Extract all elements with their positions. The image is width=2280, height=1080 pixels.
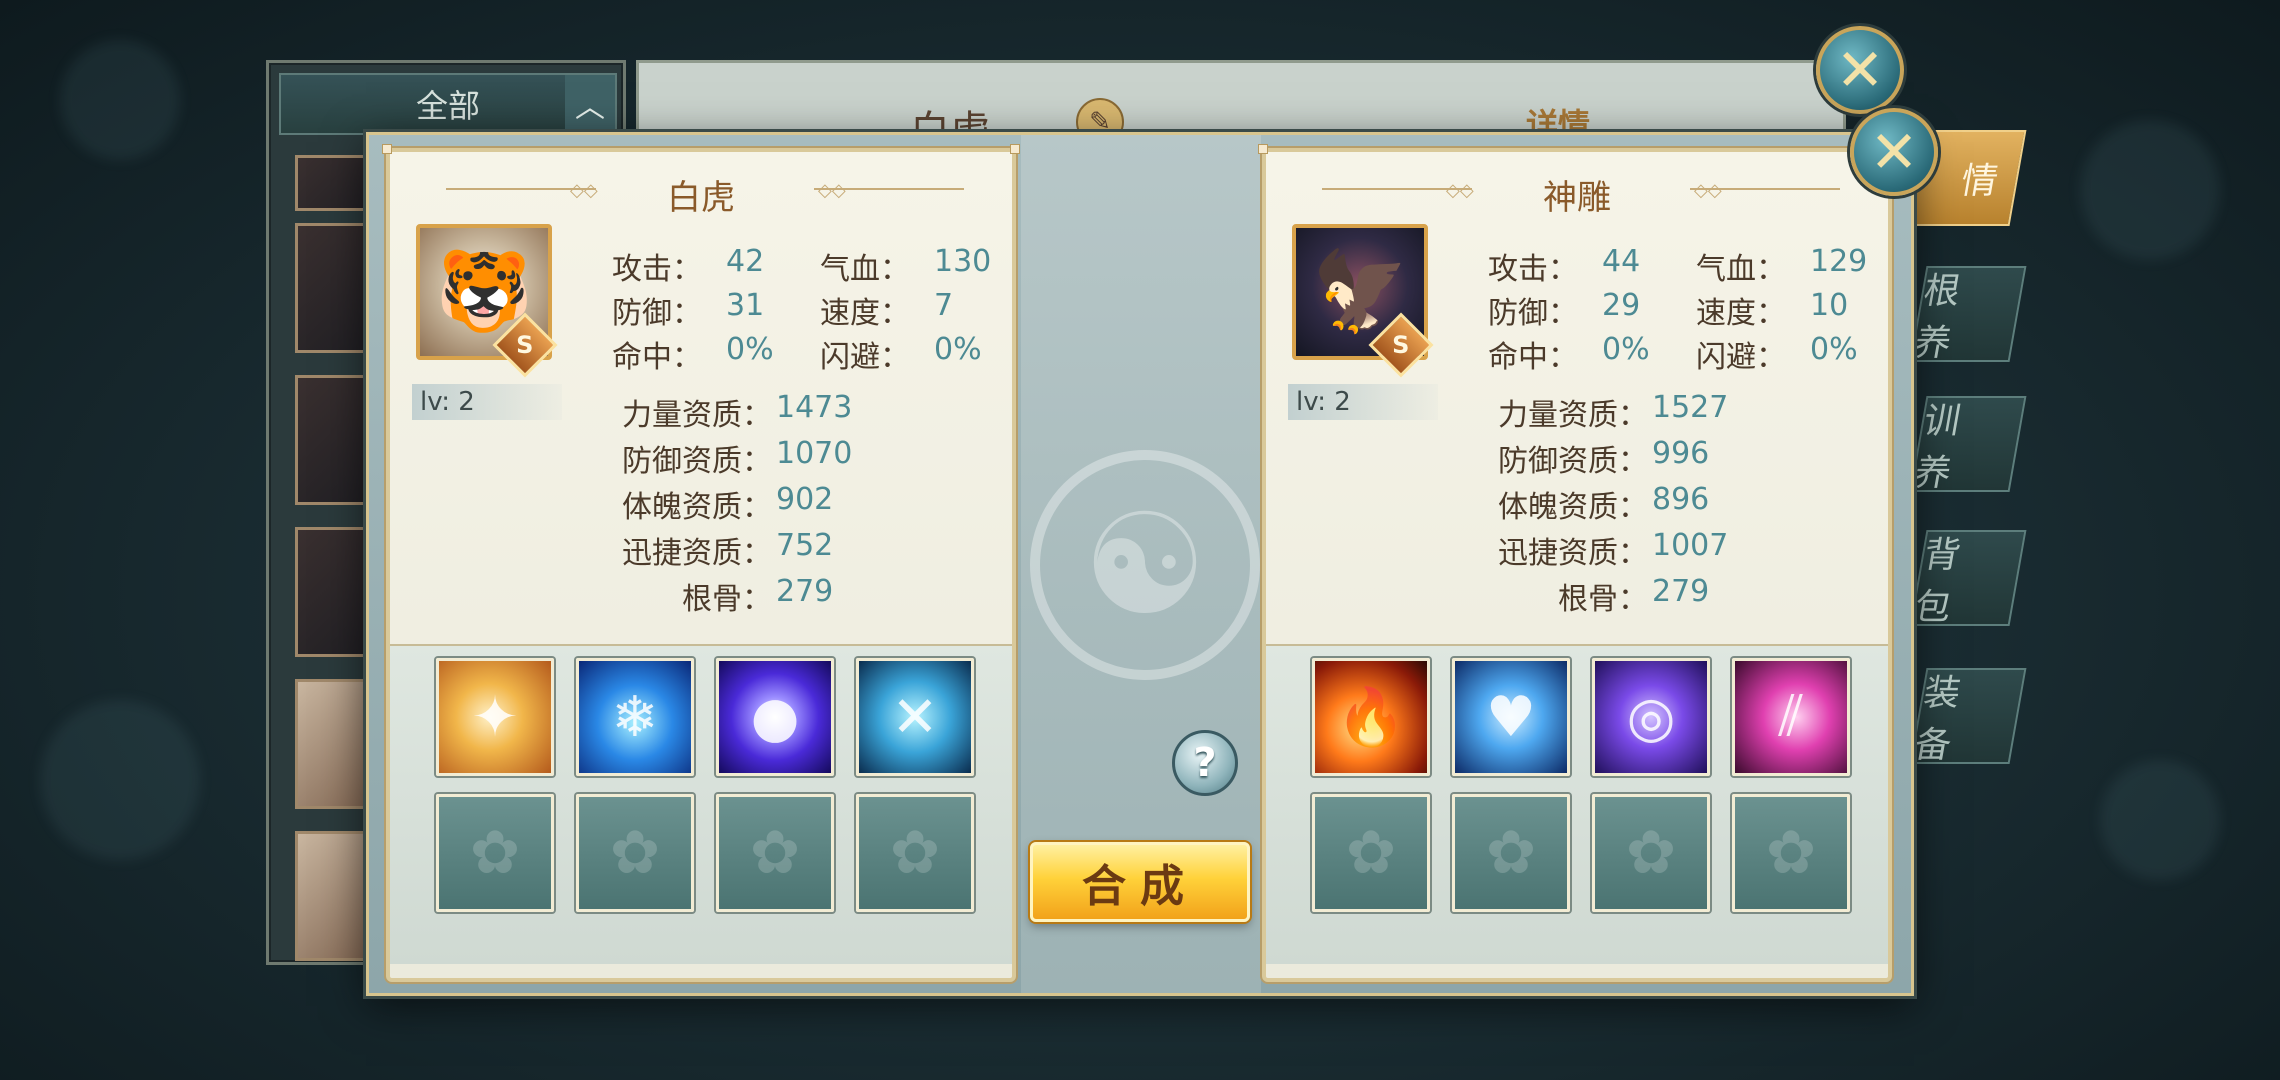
- skill-glyph: ◎: [1626, 684, 1676, 750]
- aptitude-label: 体魄资质：: [622, 490, 772, 525]
- aptitude-label: 防御资质：: [1498, 444, 1648, 479]
- stat-value-attack: 42: [726, 244, 765, 279]
- stat-value-hp: 129: [1810, 244, 1868, 279]
- skill-tray: 🔥 ♥ ◎ ⫽ ✿ ✿ ✿ ✿: [1266, 644, 1888, 964]
- aptitude-value: 996: [1652, 436, 1710, 471]
- bokeh-light: [40, 700, 200, 860]
- skill-glyph: ♥: [1485, 684, 1537, 750]
- aptitude-value: 279: [1652, 574, 1710, 609]
- skill-glyph: 🔥: [1336, 685, 1406, 750]
- heart-shield-skill-icon[interactable]: ♥: [1452, 658, 1570, 776]
- close-icon: ✕: [1835, 36, 1885, 104]
- bokeh-light: [60, 40, 180, 160]
- skill-glyph: ✦: [471, 684, 519, 750]
- skill-glyph: ❄: [611, 684, 659, 750]
- aptitude-label: 迅捷资质：: [622, 536, 772, 571]
- stat-value-speed: 10: [1810, 288, 1849, 323]
- aptitude-value: 902: [776, 482, 834, 517]
- aptitude-label: 力量资质：: [1498, 398, 1648, 433]
- right-pet-panel: ◇◇ ◇◇ 神雕 🦅 S lv: 2 攻击： 44 气血： 129 防御： 29…: [1258, 144, 1896, 982]
- stat-value-speed: 7: [934, 288, 954, 323]
- grade-label: S: [1392, 330, 1410, 359]
- stat-label-hp: 气血：: [820, 252, 910, 287]
- side-tab-nurture[interactable]: 根 养: [1909, 266, 2027, 364]
- skill-glyph: ●: [750, 684, 800, 750]
- stat-value-hp: 130: [934, 244, 992, 279]
- left-pet-name: 白虎: [667, 178, 735, 218]
- aptitude-value: 1473: [776, 390, 853, 425]
- ice-beast-skill-icon[interactable]: ❄: [576, 658, 694, 776]
- close-icon: ✕: [1869, 118, 1919, 186]
- empty-skill-slot[interactable]: ✿: [436, 794, 554, 912]
- filter-dropdown[interactable]: 全部 ︿: [279, 73, 617, 135]
- aptitude-label: 根骨：: [1558, 582, 1648, 617]
- aptitude-value: 896: [1652, 482, 1710, 517]
- stat-label-hp: 气血：: [1696, 252, 1786, 287]
- aptitude-value: 279: [776, 574, 834, 609]
- skill-tray: ✦ ❄ ● ✕ ✿ ✿ ✿ ✿: [390, 644, 1012, 964]
- compose-button[interactable]: 合成: [1030, 842, 1250, 922]
- stat-value-hit: 0%: [1602, 332, 1650, 367]
- stat-value-dodge: 0%: [1810, 332, 1858, 367]
- aptitude-label: 体魄资质：: [1498, 490, 1648, 525]
- stat-label-attack: 攻击：: [612, 252, 702, 287]
- skill-glyph: ✕: [891, 684, 939, 750]
- aptitude-label: 力量资质：: [622, 398, 772, 433]
- dragon-emblem-icon: ☯: [1030, 450, 1260, 680]
- bokeh-light: [2080, 120, 2220, 260]
- aptitude-label: 根骨：: [682, 582, 772, 617]
- side-tab-bag[interactable]: 背 包: [1909, 530, 2027, 628]
- stat-label-defense: 防御：: [612, 296, 702, 331]
- stat-value-defense: 31: [726, 288, 765, 323]
- chain-skill-icon[interactable]: ✕: [856, 658, 974, 776]
- chevron-up-icon[interactable]: ︿: [565, 75, 615, 133]
- bokeh-light: [2100, 760, 2220, 880]
- help-button[interactable]: ?: [1172, 730, 1238, 796]
- background-close-button[interactable]: ✕: [1816, 26, 1904, 114]
- empty-skill-slot[interactable]: ✿: [716, 794, 834, 912]
- empty-skill-slot[interactable]: ✿: [856, 794, 974, 912]
- empty-skill-slot[interactable]: ✿: [1592, 794, 1710, 912]
- corner-ornament: [1010, 144, 1020, 154]
- empty-skill-slot[interactable]: ✿: [1312, 794, 1430, 912]
- stat-value-hit: 0%: [726, 332, 774, 367]
- aptitude-value: 1007: [1652, 528, 1729, 563]
- side-tab-train[interactable]: 训 养: [1909, 396, 2027, 494]
- aptitude-label: 迅捷资质：: [1498, 536, 1648, 571]
- vortex-skill-icon[interactable]: ◎: [1592, 658, 1710, 776]
- stat-label-attack: 攻击：: [1488, 252, 1578, 287]
- aptitude-value: 752: [776, 528, 834, 563]
- energy-orb-skill-icon[interactable]: ●: [716, 658, 834, 776]
- stat-value-dodge: 0%: [934, 332, 982, 367]
- corner-ornament: [1258, 144, 1268, 154]
- empty-skill-slot[interactable]: ✿: [1732, 794, 1850, 912]
- stat-value-attack: 44: [1602, 244, 1641, 279]
- empty-skill-slot[interactable]: ✿: [576, 794, 694, 912]
- tiger-skill-icon[interactable]: ✦: [436, 658, 554, 776]
- stat-label-speed: 速度：: [820, 296, 910, 331]
- left-pet-panel: ◇◇ ◇◇ 白虎 🐯 S lv: 2 攻击： 42 气血： 130 防御： 31…: [382, 144, 1020, 982]
- stat-label-dodge: 闪避：: [1696, 340, 1786, 375]
- pet-level: lv: 2: [1288, 384, 1438, 420]
- skill-glyph: ⫽: [1778, 684, 1804, 749]
- stat-label-hit: 命中：: [1488, 340, 1578, 375]
- aptitude-value: 1070: [776, 436, 853, 471]
- aptitude-value: 1527: [1652, 390, 1729, 425]
- filter-label: 全部: [415, 87, 480, 125]
- compose-close-button[interactable]: ✕: [1850, 108, 1938, 196]
- stat-label-speed: 速度：: [1696, 296, 1786, 331]
- pet-level: lv: 2: [412, 384, 562, 420]
- empty-skill-slot[interactable]: ✿: [1452, 794, 1570, 912]
- aptitude-label: 防御资质：: [622, 444, 772, 479]
- corner-ornament: [382, 144, 392, 154]
- stat-value-defense: 29: [1602, 288, 1641, 323]
- grade-label: S: [516, 330, 534, 359]
- stat-label-dodge: 闪避：: [820, 340, 910, 375]
- side-tab-equip[interactable]: 装 备: [1909, 668, 2027, 766]
- stat-label-defense: 防御：: [1488, 296, 1578, 331]
- stat-label-hit: 命中：: [612, 340, 702, 375]
- phoenix-fire-skill-icon[interactable]: 🔥: [1312, 658, 1430, 776]
- claw-slash-skill-icon[interactable]: ⫽: [1732, 658, 1850, 776]
- right-pet-name: 神雕: [1543, 178, 1611, 218]
